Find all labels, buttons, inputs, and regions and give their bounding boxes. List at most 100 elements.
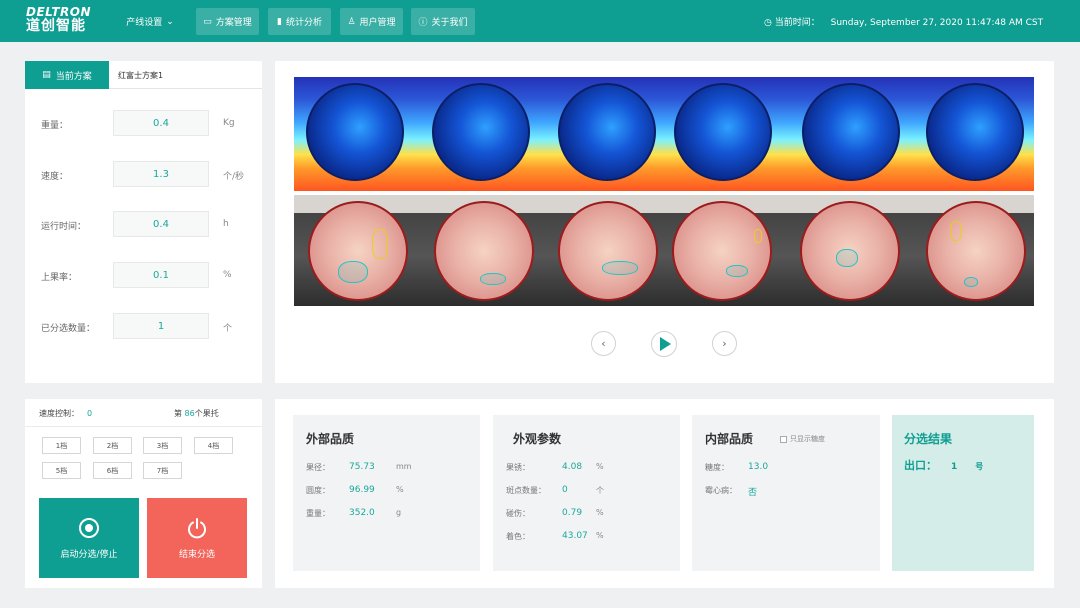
appearance-params-card: 外观参数 果锈： 4.08 % 斑点数量： 0 个 碰伤： 0.79 % 着色：… bbox=[493, 415, 680, 571]
quality-unit: % bbox=[596, 531, 604, 540]
sugar-only-checkbox[interactable]: 只显示糖度 bbox=[780, 434, 825, 444]
quality-label: 糖度： bbox=[705, 463, 729, 472]
bruise-marker bbox=[964, 277, 978, 287]
card-title: 内部品质 bbox=[705, 432, 754, 446]
speed-control-label: 速度控制： bbox=[39, 409, 79, 418]
thermal-image bbox=[294, 77, 1034, 191]
param-value: 0.4 bbox=[113, 211, 209, 237]
next-image-button[interactable]: › bbox=[712, 331, 737, 356]
apple-photo bbox=[308, 201, 408, 301]
top-header: DELTRON 道创智能 产线设置 ⌄ ▭ 方案管理 ▮ 统计分析 ♙ 用户管理… bbox=[0, 0, 1080, 42]
chevron-right-icon: › bbox=[722, 337, 727, 350]
info-icon: ⓘ bbox=[418, 18, 428, 28]
nav-statistics[interactable]: ▮ 统计分析 bbox=[268, 8, 331, 35]
scheme-name: 红富士方案1 bbox=[118, 71, 164, 80]
nav-about-us[interactable]: ⓘ 关于我们 bbox=[411, 8, 475, 35]
nav-user-management[interactable]: ♙ 用户管理 bbox=[340, 8, 403, 35]
nav-scheme-management[interactable]: ▭ 方案管理 bbox=[196, 8, 259, 35]
result-title: 分选结果 bbox=[904, 432, 953, 446]
bruise-marker bbox=[836, 249, 858, 267]
start-stop-sorting-button[interactable]: 启动分选/停止 bbox=[39, 498, 139, 578]
defect-marker bbox=[754, 229, 762, 243]
checkbox-label: 只显示糖度 bbox=[790, 435, 825, 443]
thermal-apple bbox=[926, 83, 1024, 181]
play-icon bbox=[660, 337, 671, 351]
divider bbox=[25, 426, 262, 427]
quality-row: 着色： 43.07 % bbox=[506, 531, 604, 542]
sorting-result-card: 分选结果 出口： 1 号 bbox=[892, 415, 1034, 571]
param-unit: 个 bbox=[223, 324, 233, 334]
prev-image-button[interactable]: ‹ bbox=[591, 331, 616, 356]
gear-button-6[interactable]: 6档 bbox=[93, 462, 132, 479]
quality-row: 果锈： 4.08 % bbox=[506, 462, 604, 473]
quality-value: 4.08 bbox=[562, 462, 583, 472]
gear-button-7[interactable]: 7档 bbox=[143, 462, 182, 479]
tray-suffix: 个果托 bbox=[194, 409, 219, 418]
external-quality-card: 外部品质 果径： 75.73 mm 圆度： 96.99 % 重量： 352.0 … bbox=[293, 415, 480, 571]
param-label: 已分选数量： bbox=[41, 324, 96, 334]
internal-quality-card: 内部品质 只显示糖度 糖度： 13.0 霉心病： 否 bbox=[692, 415, 880, 571]
current-scheme-tab[interactable]: ▤ 当前方案 bbox=[25, 61, 109, 89]
quality-label: 果锈： bbox=[506, 463, 530, 472]
outlet-unit: 号 bbox=[975, 462, 984, 471]
gear-button-4[interactable]: 4档 bbox=[194, 437, 233, 454]
current-time: ◷ 当前时间： Sunday, September 27, 2020 11:47… bbox=[764, 15, 1043, 28]
nav-scheme-label: 方案管理 bbox=[215, 18, 252, 28]
quality-unit: mm bbox=[396, 462, 412, 471]
quality-panel: 外部品质 果径： 75.73 mm 圆度： 96.99 % 重量： 352.0 … bbox=[275, 399, 1054, 588]
quality-value: 352.0 bbox=[349, 508, 375, 518]
gear-button-1[interactable]: 1档 bbox=[42, 437, 81, 454]
checkbox-box[interactable] bbox=[780, 435, 787, 443]
user-icon: ♙ bbox=[347, 16, 356, 27]
quality-row: 霉心病： 否 bbox=[705, 485, 757, 498]
thermal-apple bbox=[558, 83, 656, 181]
end-sorting-button[interactable]: 结束分选 bbox=[147, 498, 247, 578]
quality-label: 斑点数量： bbox=[506, 486, 546, 495]
param-row-speed: 速度： 1.3 个/秒 bbox=[25, 161, 262, 189]
quality-value: 13.0 bbox=[748, 462, 769, 472]
quality-value: 96.99 bbox=[349, 485, 375, 495]
param-unit: Kg bbox=[223, 118, 235, 128]
quality-value: 否 bbox=[748, 488, 758, 498]
quality-unit: % bbox=[596, 508, 604, 517]
param-row-feed-rate: 上果率： 0.1 % bbox=[25, 262, 262, 290]
bruise-marker bbox=[480, 273, 506, 285]
tray-counter: 第 86个果托 bbox=[174, 408, 219, 419]
nav-statistics-label: 统计分析 bbox=[285, 18, 322, 28]
color-image bbox=[294, 195, 1034, 306]
defect-marker bbox=[372, 229, 388, 259]
current-scheme-tab-label: 当前方案 bbox=[55, 71, 92, 82]
power-icon bbox=[188, 517, 206, 538]
logo: DELTRON 道创智能 bbox=[26, 6, 96, 36]
param-unit: % bbox=[223, 270, 232, 280]
thermal-apple bbox=[674, 83, 772, 181]
divider bbox=[109, 88, 262, 89]
play-button[interactable] bbox=[651, 331, 677, 357]
gear-button-5[interactable]: 5档 bbox=[42, 462, 81, 479]
chevron-down-icon: ⌄ bbox=[166, 16, 174, 27]
bruise-marker bbox=[602, 261, 638, 275]
apple-photo bbox=[926, 201, 1026, 301]
quality-value: 0.79 bbox=[562, 508, 583, 518]
defect-marker bbox=[950, 221, 962, 241]
quality-row: 重量： 352.0 g bbox=[306, 508, 401, 519]
param-value: 1.3 bbox=[113, 161, 209, 187]
gear-button-2[interactable]: 2档 bbox=[93, 437, 132, 454]
apple-photo bbox=[672, 201, 772, 301]
nav-about-label: 关于我们 bbox=[431, 18, 468, 28]
apple-photo bbox=[434, 201, 534, 301]
control-panel: 速度控制： 0 第 86个果托 1档 2档 3档 4档 5档 6档 7档 启动分选… bbox=[25, 399, 262, 588]
quality-unit: % bbox=[596, 462, 604, 471]
quality-unit: g bbox=[396, 508, 402, 517]
param-row-runtime: 运行时间： 0.4 h bbox=[25, 211, 262, 239]
apple-photo bbox=[800, 201, 900, 301]
param-unit: h bbox=[223, 219, 229, 229]
quality-label: 碰伤： bbox=[506, 509, 530, 518]
nav-line-settings-label: 产线设置 bbox=[126, 18, 163, 28]
conveyor-strip bbox=[294, 195, 1034, 213]
current-time-value: Sunday, September 27, 2020 11:47:48 AM C… bbox=[830, 18, 1044, 28]
nav-line-settings[interactable]: 产线设置 ⌄ bbox=[120, 8, 180, 35]
param-label: 运行时间： bbox=[41, 222, 87, 232]
quality-label: 重量： bbox=[306, 509, 330, 518]
gear-button-3[interactable]: 3档 bbox=[143, 437, 182, 454]
